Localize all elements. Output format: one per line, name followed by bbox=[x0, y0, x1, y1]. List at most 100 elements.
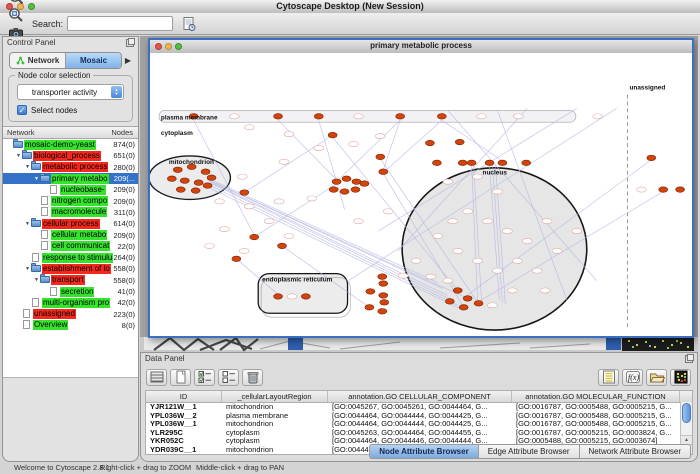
network-node-unselected[interactable] bbox=[492, 268, 502, 273]
tab-overflow-arrow[interactable]: ▶ bbox=[122, 56, 134, 65]
network-node[interactable] bbox=[445, 299, 454, 305]
network-node-unselected[interactable] bbox=[244, 204, 254, 209]
tab-node-attribute-browser[interactable]: Node Attribute Browser bbox=[369, 444, 479, 459]
tree-row[interactable]: cell communicat22(0) bbox=[3, 241, 138, 252]
network-node-unselected[interactable] bbox=[287, 294, 297, 299]
network-node[interactable] bbox=[437, 114, 446, 120]
network-node[interactable] bbox=[352, 179, 361, 185]
tree-expand-icon[interactable]: ▼ bbox=[33, 176, 40, 182]
network-node[interactable] bbox=[250, 234, 259, 240]
network-node-unselected[interactable] bbox=[463, 209, 473, 214]
network-node-unselected[interactable] bbox=[426, 274, 436, 279]
network-node[interactable] bbox=[203, 183, 212, 189]
network-node[interactable] bbox=[676, 187, 685, 193]
tree-expand-icon[interactable]: ▼ bbox=[33, 277, 40, 283]
network-node-unselected[interactable] bbox=[353, 114, 363, 119]
network-node-unselected[interactable] bbox=[532, 268, 542, 273]
network-node-unselected[interactable] bbox=[488, 303, 498, 308]
network-node-unselected[interactable] bbox=[453, 248, 463, 253]
table-column-header[interactable]: ID bbox=[146, 391, 222, 402]
network-node-unselected[interactable] bbox=[219, 227, 229, 232]
network-node-unselected[interactable] bbox=[205, 243, 215, 248]
network-node[interactable] bbox=[167, 176, 176, 182]
network-node[interactable] bbox=[467, 160, 476, 166]
network-node-unselected[interactable] bbox=[411, 258, 421, 263]
table-row[interactable]: YLR295Ccytoplasm[GO:0045263, GO:0044464,… bbox=[146, 429, 692, 438]
attribute-list-button[interactable] bbox=[598, 369, 619, 386]
table-column-header[interactable]: annotation.GO MOLECULAR_FUNCTION bbox=[512, 391, 680, 402]
network-node-unselected[interactable] bbox=[502, 229, 512, 234]
session-button[interactable] bbox=[179, 15, 199, 33]
network-node[interactable] bbox=[342, 176, 351, 182]
network-node-unselected[interactable] bbox=[237, 174, 247, 179]
network-node[interactable] bbox=[522, 160, 531, 166]
network-node-unselected[interactable] bbox=[540, 288, 550, 293]
network-node-unselected[interactable] bbox=[284, 132, 294, 137]
network-node-unselected[interactable] bbox=[572, 229, 582, 234]
float-panel-icon[interactable] bbox=[126, 39, 134, 47]
tree-row[interactable]: macromolecule311(0) bbox=[3, 207, 138, 218]
tree-row[interactable]: cellular metabo209(0) bbox=[3, 229, 138, 240]
tree-row[interactable]: ▼establishment of lo558(0) bbox=[3, 263, 138, 274]
tree-row[interactable]: secretion41(0) bbox=[3, 286, 138, 297]
network-node[interactable] bbox=[378, 308, 387, 314]
network-node[interactable] bbox=[329, 187, 338, 193]
tree-row[interactable]: nitrogen compo209(0) bbox=[3, 195, 138, 206]
table-row[interactable]: YPL036W__2plasma membrane[GO:0044464, GO… bbox=[146, 412, 692, 421]
tab-network[interactable]: Network bbox=[10, 53, 66, 68]
network-node[interactable] bbox=[360, 181, 369, 187]
tree-expand-icon[interactable]: ▼ bbox=[24, 221, 31, 227]
table-column-header[interactable]: annotation.GO CELLULAR_COMPONENT bbox=[328, 391, 512, 402]
network-node[interactable] bbox=[379, 169, 388, 175]
network-node[interactable] bbox=[207, 175, 216, 181]
network-edge[interactable] bbox=[383, 120, 400, 169]
tree-row[interactable]: ▼transport558(0) bbox=[3, 275, 138, 286]
attribute-table-button[interactable] bbox=[146, 369, 167, 386]
network-node[interactable] bbox=[432, 160, 441, 166]
new-attribute-button[interactable] bbox=[170, 369, 191, 386]
network-node-unselected[interactable] bbox=[542, 219, 552, 224]
network-node-unselected[interactable] bbox=[477, 114, 487, 119]
network-node[interactable] bbox=[659, 187, 668, 193]
tab-network-attribute-browser[interactable]: Network Attribute Browser bbox=[580, 444, 691, 459]
network-node[interactable] bbox=[340, 189, 349, 195]
network-node[interactable] bbox=[379, 281, 388, 287]
network-node-unselected[interactable] bbox=[492, 189, 502, 194]
network-node[interactable] bbox=[191, 188, 200, 194]
network-node-unselected[interactable] bbox=[507, 288, 517, 293]
network-edge[interactable] bbox=[339, 120, 401, 179]
tree-row[interactable]: ▼primary metabo209(... bbox=[3, 173, 138, 184]
network-node[interactable] bbox=[365, 305, 374, 311]
network-canvas[interactable]: plasma membrane cytoplasm mitochondrion … bbox=[150, 53, 692, 336]
network-node-unselected[interactable] bbox=[279, 159, 289, 164]
network-node-unselected[interactable] bbox=[552, 248, 562, 253]
network-node[interactable] bbox=[301, 294, 310, 300]
network-node-unselected[interactable] bbox=[483, 219, 493, 224]
network-node-unselected[interactable] bbox=[513, 114, 523, 119]
network-node-unselected[interactable] bbox=[473, 174, 483, 179]
network-edge[interactable] bbox=[442, 120, 503, 161]
network-node[interactable] bbox=[485, 160, 494, 166]
tree-row[interactable]: response to stimulu264(0) bbox=[3, 252, 138, 263]
network-node[interactable] bbox=[201, 169, 210, 175]
network-node-unselected[interactable] bbox=[383, 209, 393, 214]
network-node-unselected[interactable] bbox=[215, 199, 225, 204]
table-row[interactable]: YJR121W__1mitochondrion[GO:0045267, GO:0… bbox=[146, 403, 692, 412]
tree-row[interactable]: ▼metabolic process280(0) bbox=[3, 162, 138, 173]
select-all-attributes-button[interactable] bbox=[194, 369, 215, 386]
network-node-unselected[interactable] bbox=[353, 219, 363, 224]
tab-mosaic[interactable]: Mosaic bbox=[66, 53, 121, 68]
function-builder-button[interactable]: f(x) bbox=[622, 369, 643, 386]
network-node[interactable] bbox=[274, 114, 283, 120]
search-combobox[interactable]: ▾ bbox=[67, 16, 173, 31]
network-node-unselected[interactable] bbox=[443, 179, 453, 184]
tree-row[interactable]: ▼cellular process614(0) bbox=[3, 218, 138, 229]
network-node-unselected[interactable] bbox=[284, 233, 294, 238]
network-node[interactable] bbox=[173, 167, 182, 173]
import-attributes-button[interactable] bbox=[646, 369, 667, 386]
network-node[interactable] bbox=[351, 187, 360, 193]
network-node[interactable] bbox=[378, 274, 387, 280]
network-node-unselected[interactable] bbox=[274, 199, 284, 204]
network-node[interactable] bbox=[498, 160, 507, 166]
tree-row[interactable]: Overview8(0) bbox=[3, 320, 138, 331]
